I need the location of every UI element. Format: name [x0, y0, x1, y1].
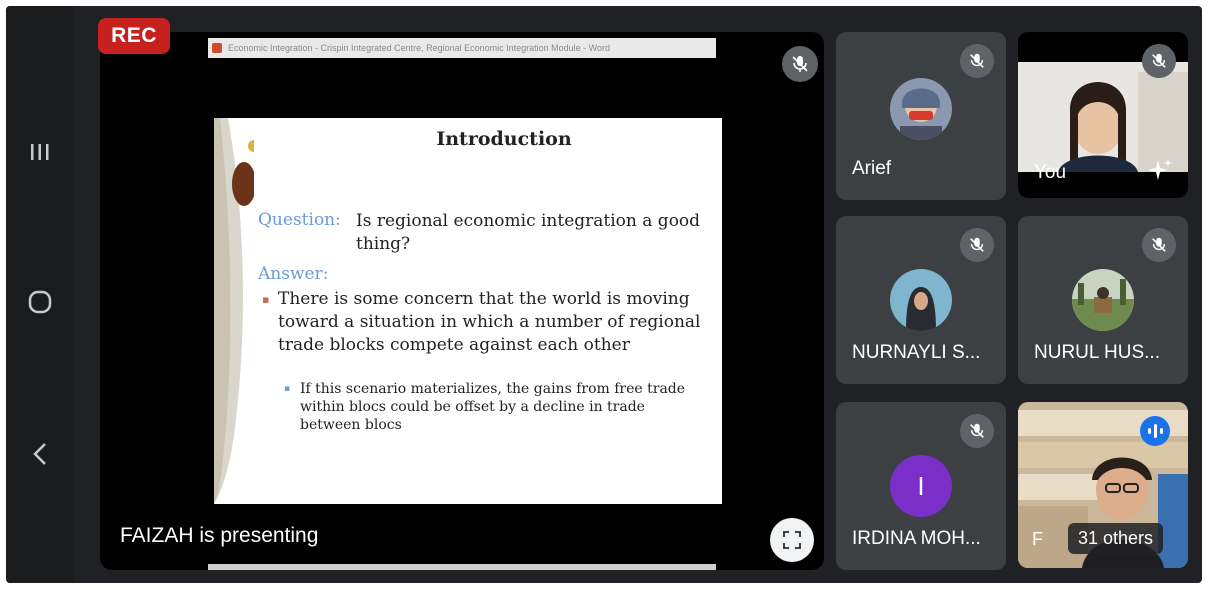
- mic-off-icon: [1142, 228, 1176, 262]
- participant-tile-arief[interactable]: Arief: [836, 32, 1006, 200]
- sparkle-effects-icon[interactable]: [1146, 156, 1174, 184]
- speaking-indicator-icon: [1140, 416, 1170, 446]
- participant-name: F: [1032, 529, 1043, 549]
- answer-label: Answer:: [258, 264, 329, 284]
- recents-icon[interactable]: [20, 132, 60, 172]
- shared-status-bar: [208, 564, 716, 570]
- presentation-stage[interactable]: Economic Integration - Crispin Integrate…: [100, 32, 824, 570]
- participant-name: NURUL HUS...: [1034, 342, 1160, 363]
- shared-browser-bar: Economic Integration - Crispin Integrate…: [208, 38, 716, 58]
- slide-bullet-sub: If this scenario materializes, the gains…: [284, 380, 704, 434]
- avatar: [890, 78, 952, 141]
- fullscreen-icon: [783, 531, 801, 549]
- participant-tile-nurnayli[interactable]: NURNAYLI S...: [836, 216, 1006, 384]
- participant-tile-irdina[interactable]: I IRDINA MOH...: [836, 402, 1006, 570]
- avatar: [890, 269, 952, 331]
- recording-badge: REC: [98, 18, 170, 54]
- home-icon[interactable]: [20, 282, 60, 322]
- slide-title: Introduction: [436, 128, 572, 150]
- question-label: Question:: [258, 210, 341, 230]
- question-text: Is regional economic integration a good …: [356, 211, 701, 254]
- avatar: I: [890, 455, 952, 517]
- participant-tile-others[interactable]: F 31 others: [1018, 402, 1188, 568]
- mic-off-icon: [1142, 44, 1176, 78]
- browser-tab-text: Economic Integration - Crispin Integrate…: [228, 43, 611, 53]
- back-icon[interactable]: [20, 434, 60, 474]
- fullscreen-button[interactable]: [770, 518, 814, 562]
- slide-bullet-main: There is some concern that the world is …: [262, 288, 718, 357]
- slide-decoration: [214, 118, 254, 504]
- shared-slide: Introduction Question: Is regional econo…: [214, 118, 722, 504]
- avatar: [1072, 269, 1134, 331]
- participant-tile-you[interactable]: You: [1018, 32, 1188, 198]
- participant-name: You: [1034, 162, 1067, 183]
- participant-tile-nurul[interactable]: NURUL HUS...: [1018, 216, 1188, 384]
- mic-off-icon: [960, 44, 994, 78]
- mic-off-icon: [960, 228, 994, 262]
- mic-off-icon: [960, 414, 994, 448]
- browser-favicon-icon: [212, 43, 222, 53]
- participant-name: NURNAYLI S...: [852, 342, 981, 363]
- presenter-status: FAIZAH is presenting: [120, 524, 319, 547]
- mic-off-icon: [782, 46, 818, 82]
- android-nav-bar: [6, 6, 74, 583]
- participant-name: Arief: [852, 158, 892, 179]
- meet-screen: Economic Integration - Crispin Integrate…: [6, 6, 1202, 583]
- participant-name: IRDINA MOH...: [852, 528, 981, 549]
- others-count-button[interactable]: 31 others: [1068, 523, 1164, 554]
